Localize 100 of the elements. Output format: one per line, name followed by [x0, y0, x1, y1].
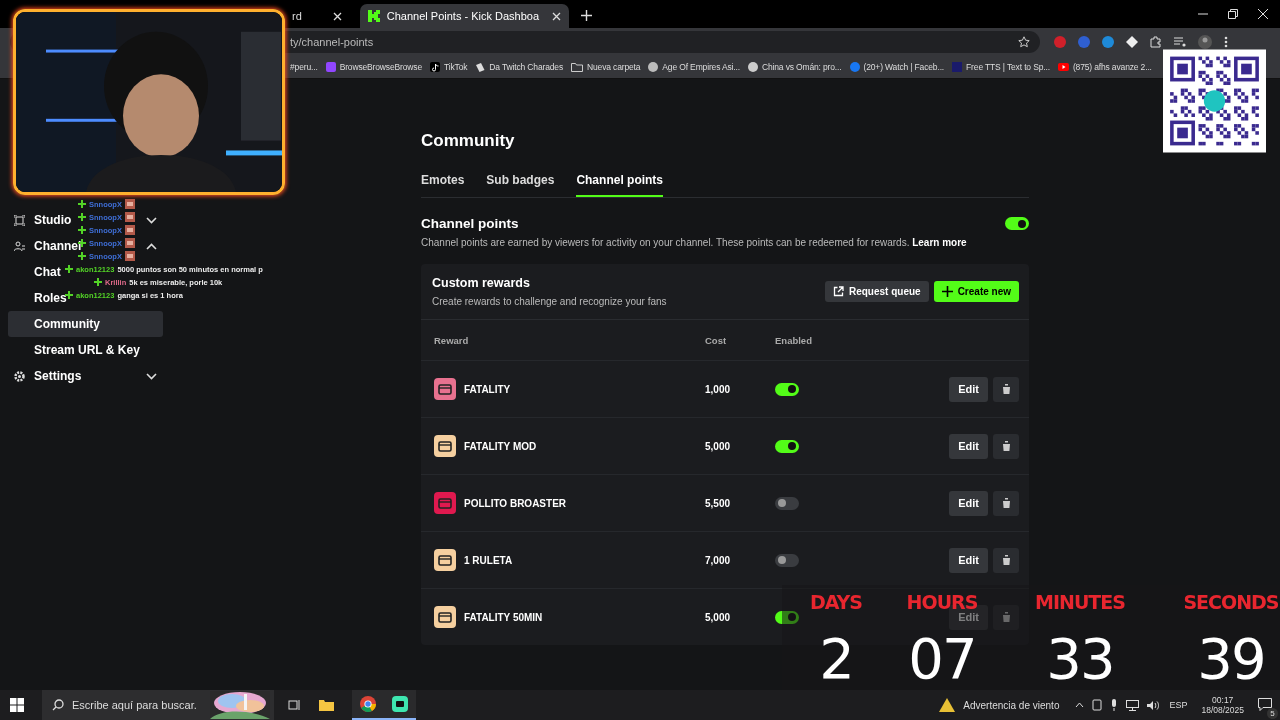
network-icon[interactable]: [1126, 699, 1140, 711]
plus-badge-icon: [78, 252, 86, 261]
reward-cost: 5,500: [705, 497, 732, 509]
create-new-button[interactable]: Create new: [933, 281, 1019, 302]
delete-button[interactable]: [993, 547, 1019, 573]
bookmark[interactable]: Da Twitch Charades: [475, 62, 563, 72]
clock-date[interactable]: 18/08/2025: [1201, 705, 1244, 715]
playlist-icon[interactable]: [1174, 36, 1186, 48]
edit-button[interactable]: Edit: [949, 433, 988, 459]
trash-icon: [1001, 555, 1011, 565]
clock-time[interactable]: 00:17: [1212, 695, 1234, 705]
speaker-icon[interactable]: [1147, 699, 1162, 711]
site-icon: [952, 62, 963, 72]
countdown-label: SECONDS: [1183, 591, 1279, 613]
bookmark[interactable]: (875) afhs avanze 2...: [1057, 62, 1152, 72]
reward-cost: 5,000: [705, 440, 732, 452]
reward-cost: 7,000: [705, 554, 732, 566]
bookmark[interactable]: BrowseBrowseBrowse: [325, 62, 422, 72]
app-icon[interactable]: [392, 696, 408, 712]
delete-button[interactable]: [993, 433, 1019, 459]
plus-badge-icon: [94, 278, 102, 287]
bookmark[interactable]: China vs Omán: pro...: [748, 62, 842, 72]
plus-icon: [941, 286, 953, 297]
reward-cost: 1,000: [705, 383, 732, 395]
toggle-switch[interactable]: [775, 439, 799, 453]
sidebar-item[interactable]: Studio: [34, 213, 72, 227]
avatar-icon[interactable]: [1198, 35, 1212, 49]
browser-icon[interactable]: [360, 696, 376, 712]
more-icon[interactable]: [1224, 36, 1228, 48]
emote-icon: [124, 199, 135, 210]
frame-icon: [14, 214, 25, 226]
column-header: Reward: [434, 334, 470, 346]
plus-badge-icon: [65, 265, 73, 274]
browser-tab[interactable]: Channel Points - Kick Dashboa: [359, 4, 570, 28]
tab[interactable]: Channel points: [576, 173, 664, 197]
windows-start-icon[interactable]: [10, 698, 24, 712]
new-tab-icon[interactable]: [581, 10, 593, 21]
toggle-switch[interactable]: [775, 610, 799, 624]
reward-name: POLLITO BROASTER: [464, 497, 567, 509]
edit-button[interactable]: Edit: [949, 547, 988, 573]
close-icon[interactable]: [1258, 9, 1268, 19]
bookmark[interactable]: Age Of Empires Asi...: [648, 62, 740, 72]
toggle-switch[interactable]: [1005, 217, 1029, 230]
reward-cost: 5,000: [705, 611, 732, 623]
bookmark[interactable]: (20+) Watch | Faceb...: [849, 62, 945, 72]
notifications-icon[interactable]: [1258, 697, 1272, 711]
puzzle-icon[interactable]: [1150, 36, 1162, 48]
toggle-switch[interactable]: [775, 382, 799, 396]
bookmark[interactable]: Free TTS | Text to Sp...: [952, 62, 1050, 72]
delete-button[interactable]: [993, 376, 1019, 402]
close-icon[interactable]: [332, 11, 342, 21]
description: Channel points are earned by viewers for activity on your channel. These points can be redeemed for rewards.: [421, 237, 910, 248]
toggle-switch[interactable]: [775, 496, 799, 510]
star-icon[interactable]: [1018, 36, 1030, 48]
learn-more-link[interactable]: Learn more: [912, 237, 967, 248]
plus-badge-icon: [78, 226, 86, 235]
weather-text[interactable]: Advertencia de viento: [963, 699, 1060, 711]
edit-button[interactable]: Edit: [949, 376, 988, 402]
emote-icon: [124, 212, 135, 223]
sidebar-subitem[interactable]: Community: [8, 311, 163, 337]
browser-tab[interactable]: rd: [292, 4, 350, 28]
sidebar-item[interactable]: Settings: [34, 369, 82, 383]
close-icon[interactable]: [552, 11, 562, 21]
chevron-up-icon[interactable]: [146, 242, 157, 250]
site-icon: [429, 62, 440, 72]
site-icon: [849, 62, 860, 72]
tab[interactable]: Sub badges: [486, 173, 555, 197]
external-link-icon: [832, 286, 844, 297]
plus-badge-icon: [78, 200, 86, 209]
sidebar-subitem[interactable]: Stream URL & Key: [34, 337, 140, 363]
tab[interactable]: Emotes: [421, 173, 465, 197]
bookmark[interactable]: Nueva carpeta: [571, 62, 641, 72]
plus-badge-icon: [78, 213, 86, 222]
bookmark[interactable]: #peru...: [290, 62, 318, 72]
chevron-down-icon[interactable]: [146, 372, 157, 380]
sidebar-item[interactable]: Channel: [34, 239, 82, 253]
bookmark[interactable]: TikTok: [429, 62, 468, 72]
sidebar-subitem[interactable]: Roles: [34, 285, 67, 311]
toggle-switch[interactable]: [775, 553, 799, 567]
site-icon: [648, 62, 659, 72]
trash-icon: [1001, 441, 1011, 451]
task-view-icon[interactable]: [288, 699, 301, 711]
sidebar-subitem[interactable]: Chat: [34, 259, 61, 285]
language-indicator[interactable]: ESP: [1169, 700, 1188, 710]
notification-count: 5: [1267, 707, 1278, 719]
edit-button[interactable]: Edit: [949, 490, 988, 516]
countdown-label: MINUTES: [1035, 591, 1125, 613]
delete-button[interactable]: [993, 490, 1019, 516]
countdown-value: 33: [1046, 634, 1114, 684]
trash-icon: [1001, 612, 1011, 622]
reward-name: FATALITY 50MIN: [464, 611, 543, 623]
reward-name: 1 RULETA: [464, 554, 513, 566]
chevron-down-icon[interactable]: [146, 216, 157, 224]
extension-icon[interactable]: [1126, 36, 1138, 48]
folder-icon[interactable]: [319, 699, 334, 711]
restore-icon[interactable]: [1228, 9, 1238, 19]
chevron-up-icon[interactable]: [1075, 702, 1085, 708]
emote-icon: [124, 238, 135, 249]
page-title: Community: [421, 131, 516, 151]
request-queue-button[interactable]: Request queue: [824, 281, 929, 302]
